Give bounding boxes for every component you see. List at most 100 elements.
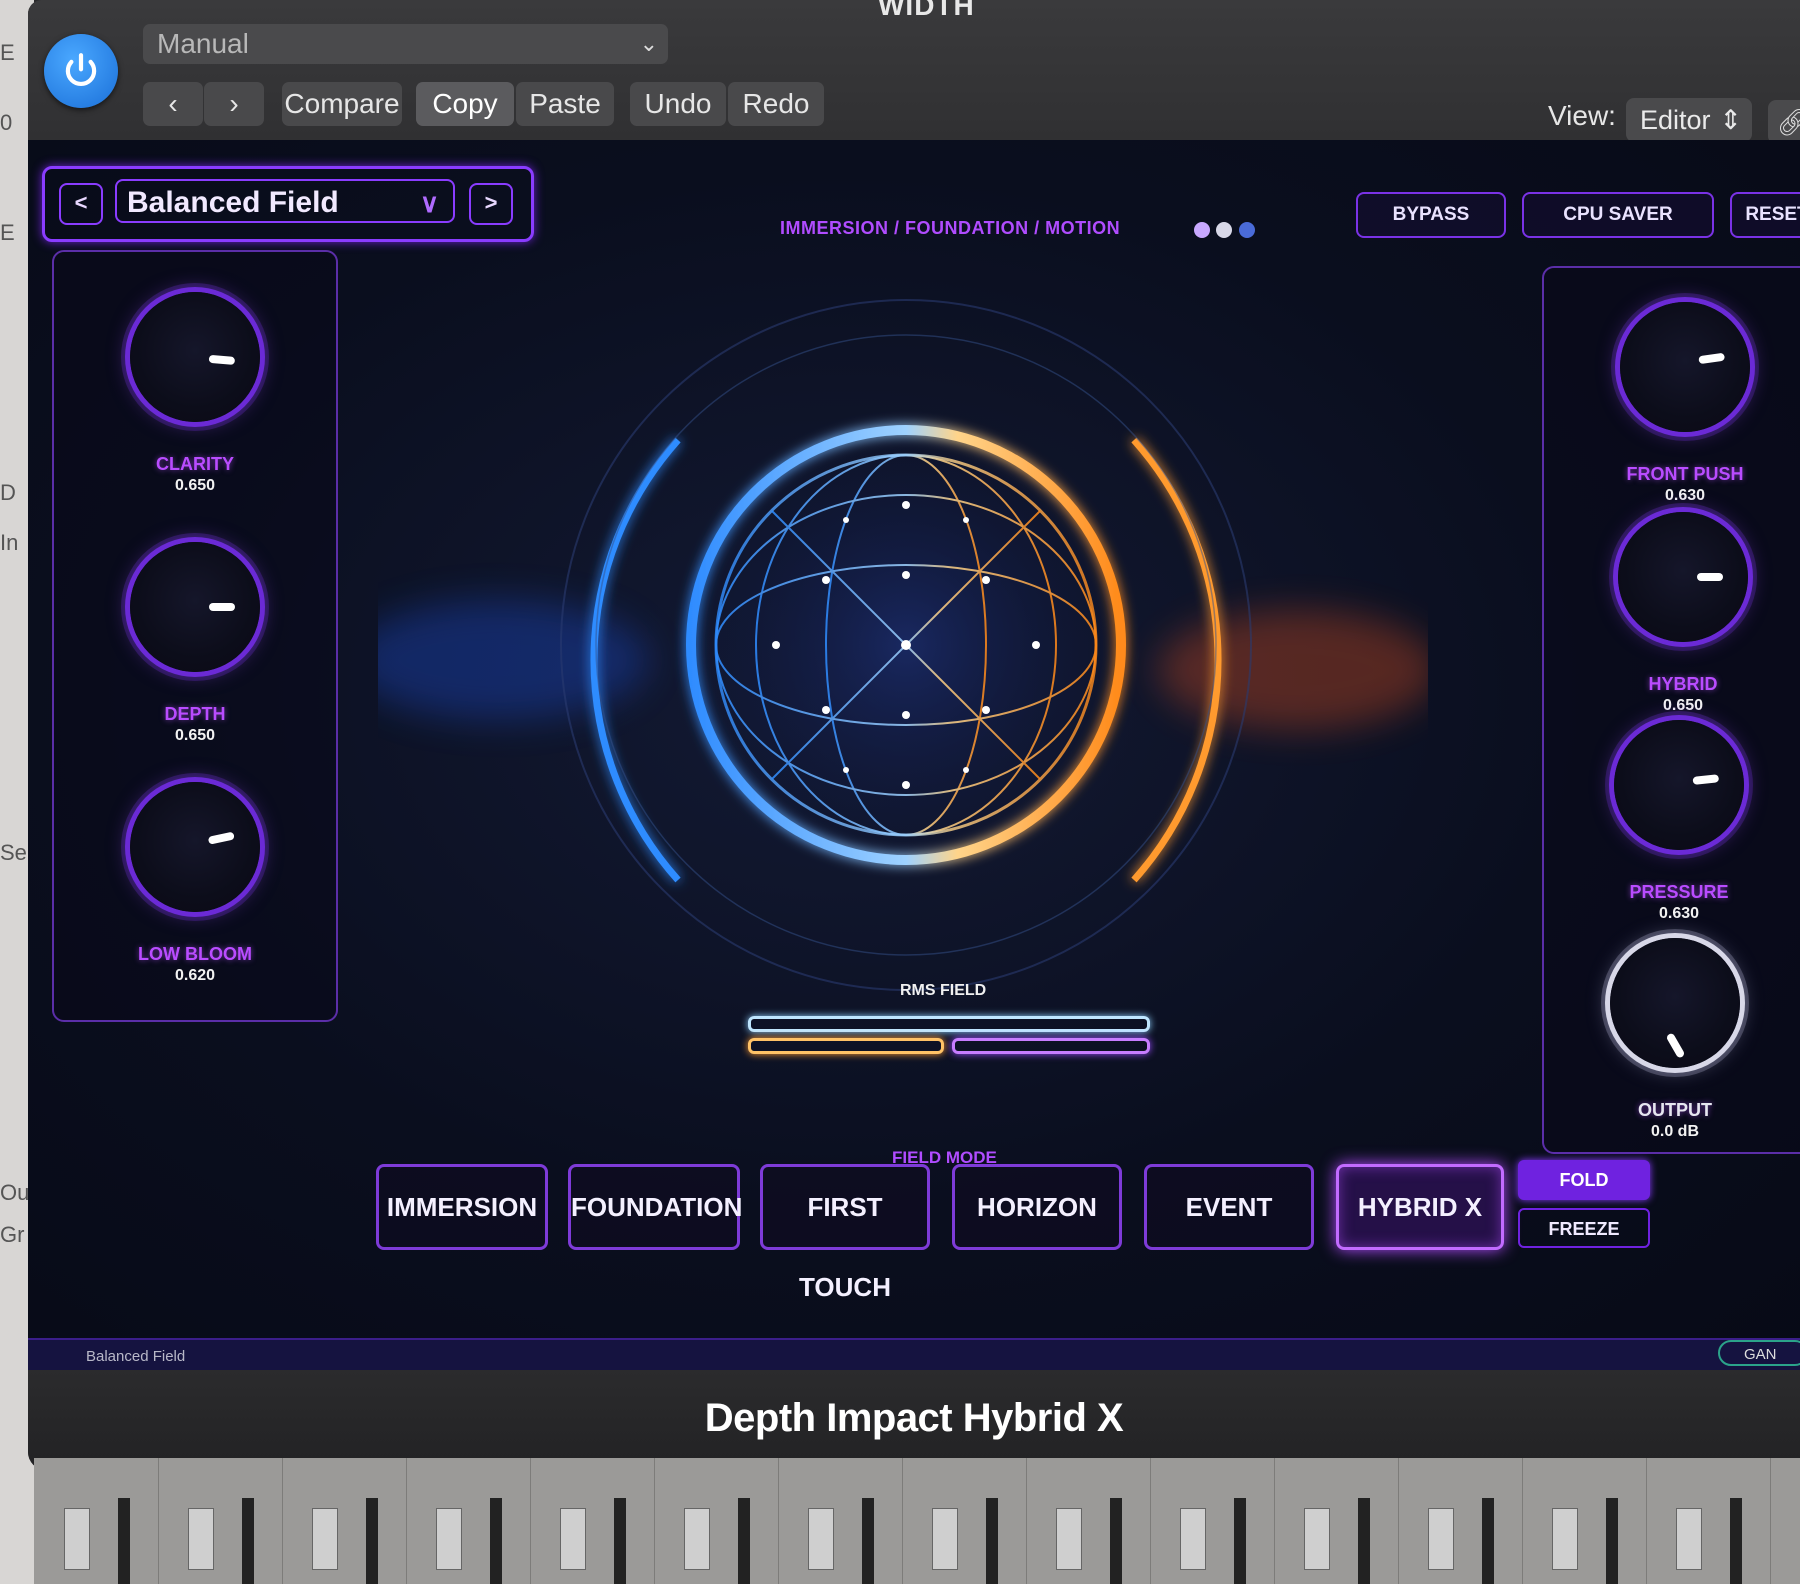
reset-button[interactable]: RESET: [1730, 192, 1800, 238]
mixer-strip: [34, 1458, 1800, 1584]
mode-first-touch-button[interactable]: FIRST TOUCH: [760, 1164, 930, 1302]
mixer-channel: [1522, 1458, 1647, 1584]
mixer-meter: [118, 1498, 130, 1584]
view-select-value: Editor: [1640, 105, 1711, 135]
fold-button[interactable]: FOLD: [1518, 1160, 1650, 1200]
chevron-right-icon: ›: [229, 88, 239, 119]
mixer-meter: [1730, 1498, 1742, 1584]
power-icon: [65, 53, 97, 86]
clarity-knob[interactable]: [130, 292, 260, 422]
plugin-footer: Depth Impact Hybrid X: [28, 1370, 1800, 1470]
chevron-left-icon: ‹: [168, 88, 178, 119]
knob-label: DEPTH: [164, 704, 226, 724]
status-preset-name: Balanced Field: [86, 1348, 186, 1365]
power-button[interactable]: [44, 34, 118, 108]
plugin-next-preset-button[interactable]: >: [469, 183, 513, 225]
preset-menu[interactable]: Manual ⌄: [143, 24, 668, 64]
mixer-meter: [490, 1498, 502, 1584]
mixer-fader[interactable]: [188, 1508, 214, 1570]
host-header: WIDTH Manual ⌄ ‹ › Compare Copy Paste Un…: [28, 0, 1800, 144]
mixer-channel: [158, 1458, 283, 1584]
mixer-meter: [738, 1498, 750, 1584]
plugin-preset-name: Balanced Field: [127, 186, 339, 219]
mixer-channel: [1398, 1458, 1523, 1584]
link-button[interactable]: 🔗︎: [1768, 100, 1800, 144]
mode-dot[interactable]: [1194, 222, 1210, 238]
compare-button[interactable]: Compare: [282, 82, 402, 126]
mixer-fader[interactable]: [436, 1508, 462, 1570]
mixer-fader[interactable]: [684, 1508, 710, 1570]
mixer-channel: [1646, 1458, 1771, 1584]
link-icon: 🔗︎: [1776, 107, 1800, 137]
redo-button[interactable]: Redo: [728, 82, 824, 126]
mode-foundation-button[interactable]: FOUNDATION: [568, 1164, 742, 1250]
mixer-channel: [1150, 1458, 1275, 1584]
front-push-knob[interactable]: [1620, 302, 1750, 432]
mixer-meter: [366, 1498, 378, 1584]
mode-dot[interactable]: [1238, 222, 1255, 238]
copy-button[interactable]: Copy: [416, 82, 514, 126]
mixer-meter: [242, 1498, 254, 1584]
rms-label: RMS FIELD: [900, 982, 987, 999]
knob-value: 0.0 dB: [1650, 1123, 1699, 1140]
right-knob-panel: FRONT PUSH 0.630 HYBRID 0.650 PRESSURE 0…: [1542, 266, 1800, 1154]
knob-value: 0.630: [1658, 905, 1700, 922]
freeze-button[interactable]: FREEZE: [1518, 1208, 1650, 1248]
depth-knob-group: DEPTH 0.650: [120, 542, 270, 745]
preset-navigator: < Balanced Field ∨ >: [42, 166, 534, 242]
preset-menu-value: Manual: [157, 28, 249, 59]
mode-dot[interactable]: [1216, 222, 1233, 238]
next-preset-button[interactable]: ›: [204, 82, 264, 126]
mixer-fader[interactable]: [1676, 1508, 1702, 1570]
output-knob-group: OUTPUT 0.0 dB: [1600, 938, 1750, 1141]
mode-immersion-button[interactable]: IMMERSION: [376, 1164, 548, 1250]
view-label: View:: [1548, 100, 1616, 131]
knob-value: 0.630: [1664, 487, 1706, 504]
view-select[interactable]: Editor ⇕: [1626, 98, 1752, 142]
mixer-fader[interactable]: [932, 1508, 958, 1570]
hybrid-knob-group: HYBRID 0.650: [1608, 512, 1758, 715]
field-visualizer: [348, 280, 1438, 1080]
mode-dots[interactable]: [1194, 222, 1257, 243]
low-bloom-knob[interactable]: [130, 782, 260, 912]
mixer-fader[interactable]: [560, 1508, 586, 1570]
window-title: WIDTH: [878, 0, 975, 21]
mixer-meter: [1606, 1498, 1618, 1584]
rms-meter-left: [748, 1038, 944, 1054]
plugin-preset-select[interactable]: Balanced Field ∨: [115, 179, 455, 223]
paste-button[interactable]: Paste: [516, 82, 614, 126]
plugin-prev-preset-button[interactable]: <: [59, 183, 103, 225]
knob-label: PRESSURE: [1629, 882, 1729, 902]
rms-meter-main: [748, 1016, 1150, 1032]
mode-hybrid-x-button[interactable]: HYBRID X: [1336, 1164, 1504, 1250]
mixer-fader[interactable]: [1428, 1508, 1454, 1570]
mixer-fader[interactable]: [64, 1508, 90, 1570]
depth-knob[interactable]: [130, 542, 260, 672]
hybrid-knob[interactable]: [1618, 512, 1748, 642]
mixer-meter: [1482, 1498, 1494, 1584]
low-bloom-knob-group: LOW BLOOM 0.620: [120, 782, 270, 985]
knob-value: 0.650: [174, 727, 216, 744]
chevron-down-icon: ⌄: [639, 31, 658, 56]
mode-horizon-button[interactable]: HORIZON: [952, 1164, 1122, 1250]
plugin-editor: < Balanced Field ∨ > IMMERSION / FOUNDAT…: [28, 140, 1800, 1372]
mode-event-button[interactable]: EVENT: [1144, 1164, 1314, 1250]
mixer-fader[interactable]: [1056, 1508, 1082, 1570]
mixer-fader[interactable]: [1304, 1508, 1330, 1570]
pressure-knob-group: PRESSURE 0.630: [1604, 720, 1754, 923]
previous-preset-button[interactable]: ‹: [143, 82, 203, 126]
mixer-meter: [1358, 1498, 1370, 1584]
mode-path: IMMERSION / FOUNDATION / MOTION: [780, 218, 1121, 238]
mixer-fader[interactable]: [808, 1508, 834, 1570]
mixer-fader[interactable]: [1180, 1508, 1206, 1570]
mixer-fader[interactable]: [312, 1508, 338, 1570]
status-bar: Balanced Field GAN: [28, 1338, 1800, 1372]
mixer-fader[interactable]: [1552, 1508, 1578, 1570]
pressure-knob[interactable]: [1614, 720, 1744, 850]
mixer-meter: [1110, 1498, 1122, 1584]
output-knob[interactable]: [1610, 938, 1740, 1068]
bypass-button[interactable]: BYPASS: [1356, 192, 1506, 238]
cpu-saver-button[interactable]: CPU SAVER: [1522, 192, 1714, 238]
undo-button[interactable]: Undo: [630, 82, 726, 126]
gain-pill[interactable]: GAN: [1718, 1340, 1800, 1366]
